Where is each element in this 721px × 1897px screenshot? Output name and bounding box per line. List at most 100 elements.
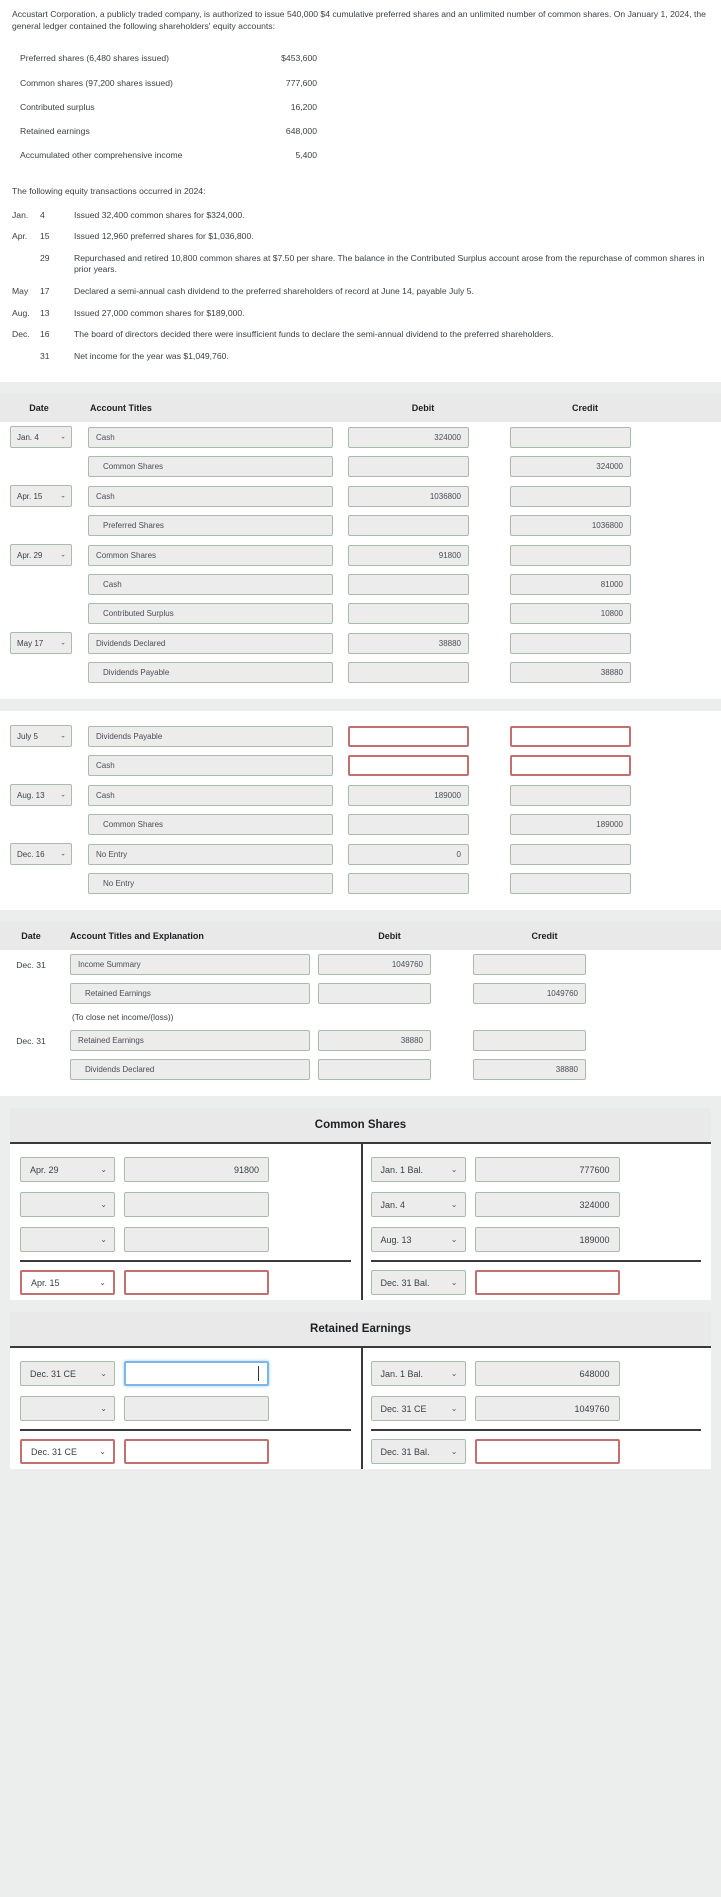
t-account-date-select[interactable]: Apr. 29 ⌄ bbox=[20, 1157, 115, 1183]
debit-amount-input[interactable]: 38880 bbox=[318, 1030, 431, 1052]
credit-amount-input[interactable]: 324000 bbox=[510, 456, 631, 478]
credit-amount-input[interactable] bbox=[510, 485, 631, 507]
entry-date-select[interactable]: Apr. 15 ⌄ bbox=[10, 485, 72, 508]
cell-credit: 81000 bbox=[504, 574, 666, 596]
account-title-input[interactable]: Common Shares bbox=[88, 544, 333, 566]
credit-amount-input[interactable]: 81000 bbox=[510, 574, 631, 596]
t-account-amount-input[interactable]: 648000 bbox=[474, 1361, 620, 1387]
account-title-input[interactable]: Dividends Payable bbox=[88, 662, 333, 684]
t-account-row: Dec. 31 Bal. ⌄ bbox=[370, 1429, 701, 1469]
credit-amount-input[interactable] bbox=[510, 725, 631, 747]
debit-amount-input[interactable] bbox=[348, 662, 469, 684]
account-title-input[interactable]: Contributed Surplus bbox=[88, 603, 333, 625]
credit-amount-input[interactable]: 189000 bbox=[510, 814, 631, 836]
entry-date-select[interactable]: Jan. 4 ⌄ bbox=[10, 426, 72, 449]
debit-amount-input[interactable] bbox=[348, 603, 469, 625]
credit-amount-input[interactable]: 38880 bbox=[473, 1059, 586, 1081]
t-account-amount-input[interactable] bbox=[474, 1439, 620, 1465]
t-account-date-select[interactable]: Jan. 4 ⌄ bbox=[370, 1192, 466, 1218]
account-title-input[interactable]: No Entry bbox=[88, 843, 333, 865]
debit-amount-input[interactable] bbox=[348, 515, 469, 537]
debit-amount-input[interactable]: 0 bbox=[348, 843, 469, 865]
account-title-input[interactable]: Dividends Declared bbox=[70, 1059, 310, 1081]
debit-amount-input[interactable] bbox=[348, 574, 469, 596]
debit-amount-input[interactable]: 1036800 bbox=[348, 485, 469, 507]
t-account-amount-input[interactable] bbox=[124, 1361, 269, 1387]
t-account-amount-input[interactable]: 324000 bbox=[474, 1192, 620, 1218]
t-account-date-select[interactable]: Dec. 31 Bal. ⌄ bbox=[370, 1270, 466, 1296]
account-title-input[interactable]: Retained Earnings bbox=[70, 983, 310, 1005]
debit-amount-input[interactable] bbox=[348, 456, 469, 478]
credit-amount-input[interactable] bbox=[510, 784, 631, 806]
account-title-input[interactable]: Retained Earnings bbox=[70, 1030, 310, 1052]
cell-credit bbox=[504, 843, 666, 865]
debit-amount-input[interactable] bbox=[348, 814, 469, 836]
account-title-input[interactable]: No Entry bbox=[88, 873, 333, 895]
account-title-input[interactable]: Common Shares bbox=[88, 814, 333, 836]
credit-amount-input[interactable] bbox=[510, 544, 631, 566]
credit-amount-input[interactable]: 38880 bbox=[510, 662, 631, 684]
t-account-amount-input[interactable] bbox=[124, 1439, 269, 1465]
chevron-down-icon: ⌄ bbox=[60, 791, 66, 799]
debit-amount-input[interactable] bbox=[348, 725, 469, 747]
credit-amount-input[interactable]: 10800 bbox=[510, 603, 631, 625]
t-account-amount-input[interactable]: 189000 bbox=[474, 1227, 620, 1253]
entry-date-select[interactable]: July 5 ⌄ bbox=[10, 725, 72, 748]
t-account-amount-input[interactable]: 91800 bbox=[124, 1157, 269, 1183]
t-account-row: Dec. 31 CE ⌄ bbox=[20, 1429, 351, 1469]
debit-amount-input[interactable] bbox=[318, 983, 431, 1005]
t-account-date-select[interactable]: Aug. 13 ⌄ bbox=[370, 1227, 466, 1253]
account-title-input[interactable]: Cash bbox=[88, 485, 333, 507]
account-title-input[interactable]: Cash bbox=[88, 755, 333, 777]
debit-amount-input[interactable] bbox=[348, 873, 469, 895]
journal-header-1: Date Account Titles Debit Credit bbox=[0, 394, 721, 423]
t-account-amount-input[interactable]: 777600 bbox=[474, 1157, 620, 1183]
debit-amount-input[interactable]: 1049760 bbox=[318, 954, 431, 976]
t-account-date-select[interactable]: ⌄ bbox=[20, 1396, 115, 1422]
debit-amount-input[interactable] bbox=[318, 1059, 431, 1081]
entry-date-select[interactable]: Apr. 29 ⌄ bbox=[10, 544, 72, 567]
credit-amount-input[interactable] bbox=[473, 1030, 586, 1052]
t-account-date-select[interactable]: ⌄ bbox=[20, 1192, 115, 1218]
debit-amount-input[interactable]: 324000 bbox=[348, 426, 469, 448]
credit-amount-input[interactable] bbox=[510, 843, 631, 865]
credit-amount-input[interactable] bbox=[473, 954, 586, 976]
credit-amount-input[interactable]: 1036800 bbox=[510, 515, 631, 537]
t-account-date-select[interactable]: Dec. 31 Bal. ⌄ bbox=[370, 1439, 466, 1465]
t-account-date-select[interactable]: Dec. 31 CE ⌄ bbox=[370, 1396, 466, 1422]
t-account-amount-input[interactable] bbox=[124, 1396, 269, 1422]
t-account-amount-input[interactable] bbox=[124, 1227, 269, 1253]
account-title-input[interactable]: Cash bbox=[88, 784, 333, 806]
debit-amount-input[interactable]: 38880 bbox=[348, 632, 469, 654]
t-account-amount-input[interactable] bbox=[474, 1270, 620, 1296]
t-account-amount-input[interactable] bbox=[124, 1270, 269, 1296]
credit-amount-input[interactable] bbox=[510, 426, 631, 448]
account-title-input[interactable]: Income Summary bbox=[70, 954, 310, 976]
debit-amount-input[interactable]: 91800 bbox=[348, 544, 469, 566]
debit-amount-input[interactable]: 189000 bbox=[348, 784, 469, 806]
t-account-amount-input[interactable]: 1049760 bbox=[474, 1396, 620, 1422]
entry-date-select[interactable]: Dec. 16 ⌄ bbox=[10, 843, 72, 866]
account-title-input[interactable]: Dividends Declared bbox=[88, 632, 333, 654]
account-title-input[interactable]: Cash bbox=[88, 426, 333, 448]
credit-amount-input[interactable]: 1049760 bbox=[473, 983, 586, 1005]
credit-amount-input[interactable] bbox=[510, 632, 631, 654]
account-title-input[interactable]: Common Shares bbox=[88, 456, 333, 478]
t-account-date-select[interactable]: Jan. 1 Bal. ⌄ bbox=[370, 1157, 466, 1183]
credit-amount-input[interactable] bbox=[510, 755, 631, 777]
cell-date: May 17 ⌄ bbox=[0, 632, 78, 655]
t-account-date-select[interactable]: ⌄ bbox=[20, 1227, 115, 1253]
t-account-amount-input[interactable] bbox=[124, 1192, 269, 1218]
account-title-input[interactable]: Preferred Shares bbox=[88, 515, 333, 537]
entry-date-select[interactable]: May 17 ⌄ bbox=[10, 632, 72, 655]
account-title-input[interactable]: Cash bbox=[88, 574, 333, 596]
account-title-input[interactable]: Dividends Payable bbox=[88, 725, 333, 747]
t-account-date-select[interactable]: Dec. 31 CE ⌄ bbox=[20, 1439, 115, 1465]
t-account-date-select[interactable]: Apr. 15 ⌄ bbox=[20, 1270, 115, 1296]
cell-debit bbox=[342, 603, 504, 625]
t-account-date-select[interactable]: Dec. 31 CE ⌄ bbox=[20, 1361, 115, 1387]
t-account-date-select[interactable]: Jan. 1 Bal. ⌄ bbox=[370, 1361, 466, 1387]
entry-date-select[interactable]: Aug. 13 ⌄ bbox=[10, 784, 72, 807]
debit-amount-input[interactable] bbox=[348, 755, 469, 777]
credit-amount-input[interactable] bbox=[510, 873, 631, 895]
